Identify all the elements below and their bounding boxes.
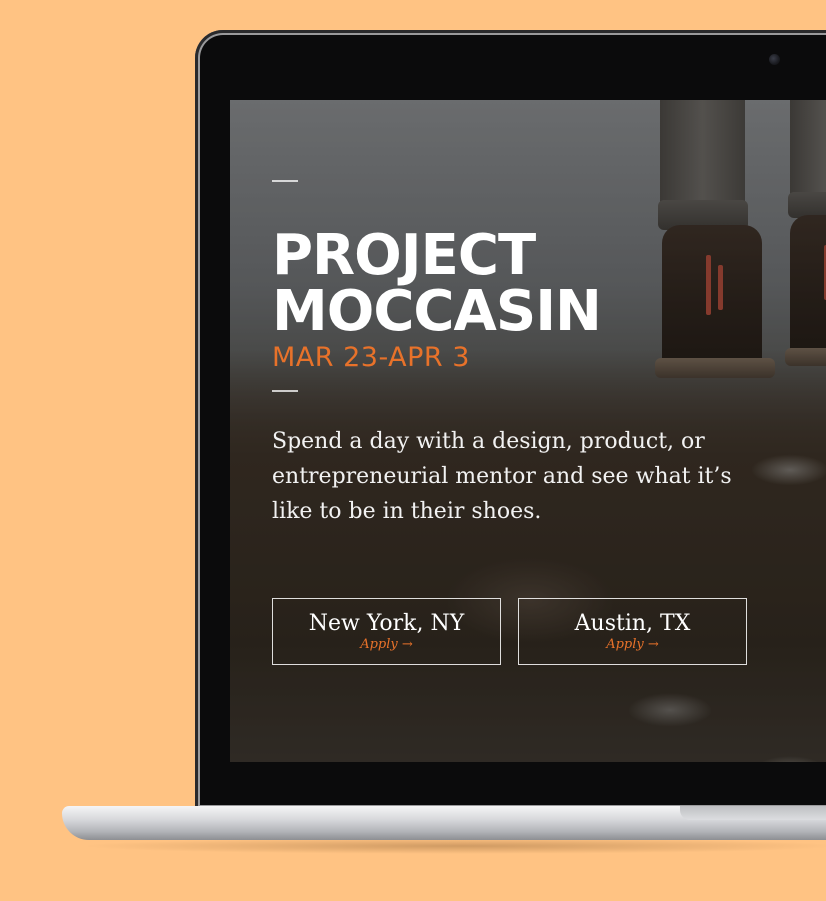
apply-link[interactable]: Apply → bbox=[273, 637, 500, 653]
laptop-base-notch bbox=[680, 806, 826, 820]
event-dates: MAR 23-APR 3 bbox=[272, 342, 470, 373]
divider-bottom bbox=[272, 390, 298, 392]
laptop-screen: PROJECT MOCCASIN MAR 23-APR 3 Spend a da… bbox=[230, 100, 826, 762]
hero-description: Spend a day with a design, product, or e… bbox=[272, 429, 732, 524]
page-title: PROJECT MOCCASIN bbox=[272, 223, 602, 344]
apply-austin-button[interactable]: Austin, TX Apply → bbox=[518, 598, 747, 665]
laptop-shadow bbox=[80, 838, 826, 854]
city-label: New York, NY bbox=[308, 611, 465, 636]
divider-top bbox=[272, 180, 298, 182]
mockup-stage: PROJECT MOCCASIN MAR 23-APR 3 Spend a da… bbox=[0, 0, 826, 901]
location-buttons: New York, NY Apply → Austin, TX Apply → bbox=[272, 598, 752, 667]
city-label: Austin, TX bbox=[574, 611, 691, 636]
apply-new-york-button[interactable]: New York, NY Apply → bbox=[272, 598, 501, 665]
webcam-icon bbox=[769, 54, 780, 65]
apply-link[interactable]: Apply → bbox=[519, 637, 746, 653]
hero-content: PROJECT MOCCASIN MAR 23-APR 3 Spend a da… bbox=[272, 180, 792, 529]
